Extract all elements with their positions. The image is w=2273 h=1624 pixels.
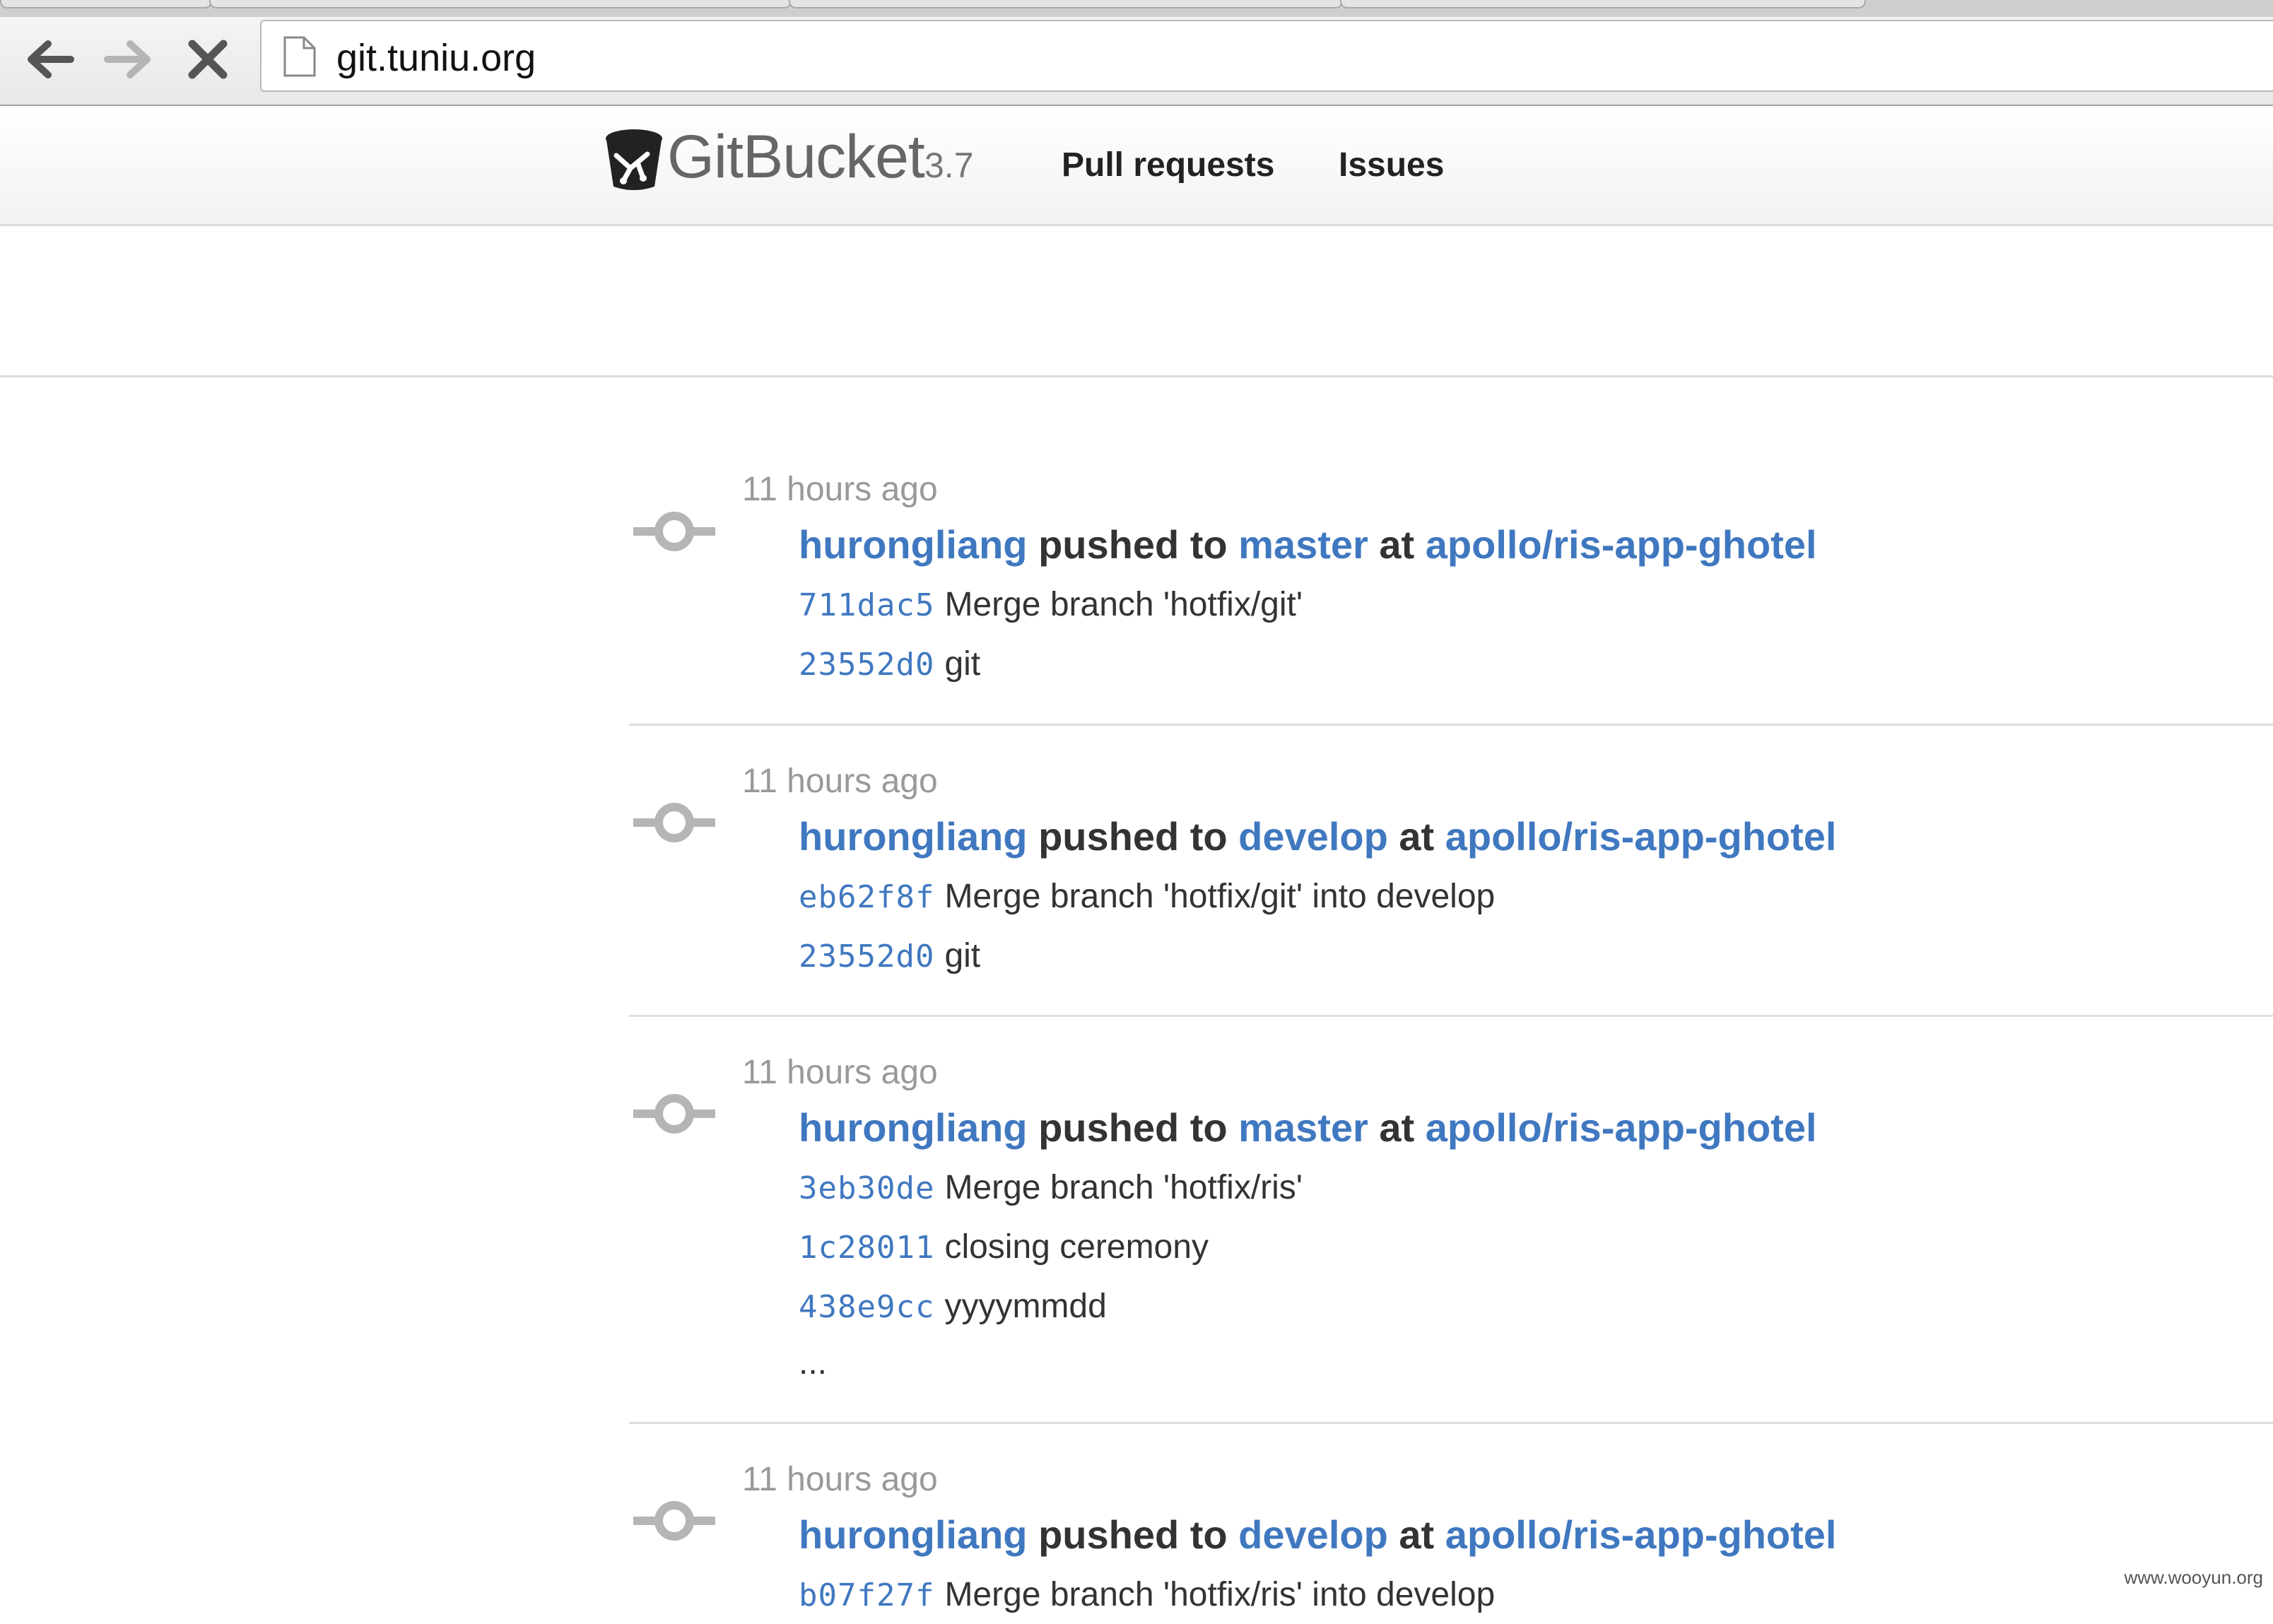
activity-time: 11 hours ago (742, 763, 938, 800)
activity-headline: hurongliang pushed to master at apollo/r… (799, 522, 1817, 568)
at-text: at (1379, 522, 1415, 567)
commit-sha-link[interactable]: 711dac5 (799, 587, 934, 623)
repo-link[interactable]: apollo/ris-app-ghotel (1445, 1512, 1837, 1557)
activity-feed: 11 hours ago hurongliang pushed to maste… (0, 0, 2273, 1613)
commit-message: yyyymmdd (944, 1288, 1107, 1325)
repo-link[interactable]: apollo/ris-app-ghotel (1445, 814, 1837, 859)
branch-link[interactable]: master (1238, 522, 1368, 567)
activity-time: 11 hours ago (742, 1054, 938, 1091)
activity-headline: hurongliang pushed to master at apollo/r… (799, 1105, 1817, 1151)
activity-time: 11 hours ago (742, 1461, 938, 1498)
branch-link[interactable]: develop (1238, 1512, 1388, 1557)
commit-row: 1c28011 closing ceremony (799, 1226, 1209, 1276)
activity-item: 11 hours ago hurongliang pushed to devel… (629, 1424, 2273, 1613)
branch-link[interactable]: master (1238, 1105, 1368, 1150)
activity-headline: hurongliang pushed to develop at apollo/… (799, 813, 1836, 860)
commit-message: Merge branch 'hotfix/git' into develop (944, 878, 1496, 915)
commit-row: 3eb30de Merge branch 'hotfix/ris' (799, 1167, 1303, 1217)
commit-row: 438e9cc yyyymmdd (799, 1285, 1107, 1336)
commit-sha-link[interactable]: eb62f8f (799, 879, 934, 915)
repo-link[interactable]: apollo/ris-app-ghotel (1426, 1105, 1817, 1150)
activity-headline: hurongliang pushed to develop at apollo/… (799, 1512, 1836, 1558)
commit-row: 711dac5 Merge branch 'hotfix/git' (799, 584, 1303, 634)
commit-sha-link[interactable]: 23552d0 (799, 647, 934, 683)
repo-link[interactable]: apollo/ris-app-ghotel (1426, 522, 1817, 567)
commit-row: b07f27f Merge branch 'hotfix/ris' into de… (799, 1574, 1495, 1624)
activity-item: 11 hours ago hurongliang pushed to devel… (629, 726, 2273, 1017)
commit-message: git (944, 645, 981, 683)
at-text: at (1399, 814, 1435, 859)
commit-sha-link[interactable]: b07f27f (799, 1577, 934, 1613)
user-link[interactable]: hurongliang (799, 1512, 1028, 1557)
action-text: pushed to (1038, 1105, 1228, 1150)
git-commit-icon (633, 803, 715, 842)
git-commit-icon (633, 512, 715, 551)
activity-item: 11 hours ago hurongliang pushed to maste… (629, 452, 2273, 726)
git-commit-icon (633, 1094, 715, 1134)
action-text: pushed to (1038, 1512, 1228, 1557)
commit-sha-link[interactable]: 3eb30de (799, 1170, 934, 1206)
commit-message: Merge branch 'hotfix/ris' into develop (944, 1576, 1496, 1613)
commit-message: Merge branch 'hotfix/ris' (944, 1169, 1303, 1206)
commit-sha-link[interactable]: 438e9cc (799, 1289, 934, 1325)
action-text: pushed to (1038, 814, 1228, 859)
at-text: at (1379, 1105, 1415, 1150)
commit-message: Merge branch 'hotfix/git' (944, 586, 1303, 623)
branch-link[interactable]: develop (1238, 814, 1388, 859)
user-link[interactable]: hurongliang (799, 814, 1028, 859)
user-link[interactable]: hurongliang (799, 522, 1028, 567)
commit-sha-link[interactable]: 1c28011 (799, 1230, 934, 1266)
activity-time: 11 hours ago (742, 471, 938, 508)
git-commit-icon (633, 1501, 715, 1541)
commit-row: 23552d0 git (799, 643, 980, 693)
more-commits-ellipsis: ... (799, 1344, 828, 1382)
action-text: pushed to (1038, 522, 1228, 567)
commit-message: closing ceremony (944, 1228, 1209, 1266)
user-link[interactable]: hurongliang (799, 1105, 1028, 1150)
watermark-text: www.wooyun.org (2124, 1567, 2263, 1588)
activity-item: 11 hours ago hurongliang pushed to maste… (629, 1017, 2273, 1424)
commit-row: eb62f8f Merge branch 'hotfix/git' into de… (799, 876, 1495, 926)
at-text: at (1399, 1512, 1435, 1557)
commit-sha-link[interactable]: 23552d0 (799, 938, 934, 975)
commit-row: 23552d0 git (799, 935, 980, 985)
commit-message: git (944, 937, 981, 975)
